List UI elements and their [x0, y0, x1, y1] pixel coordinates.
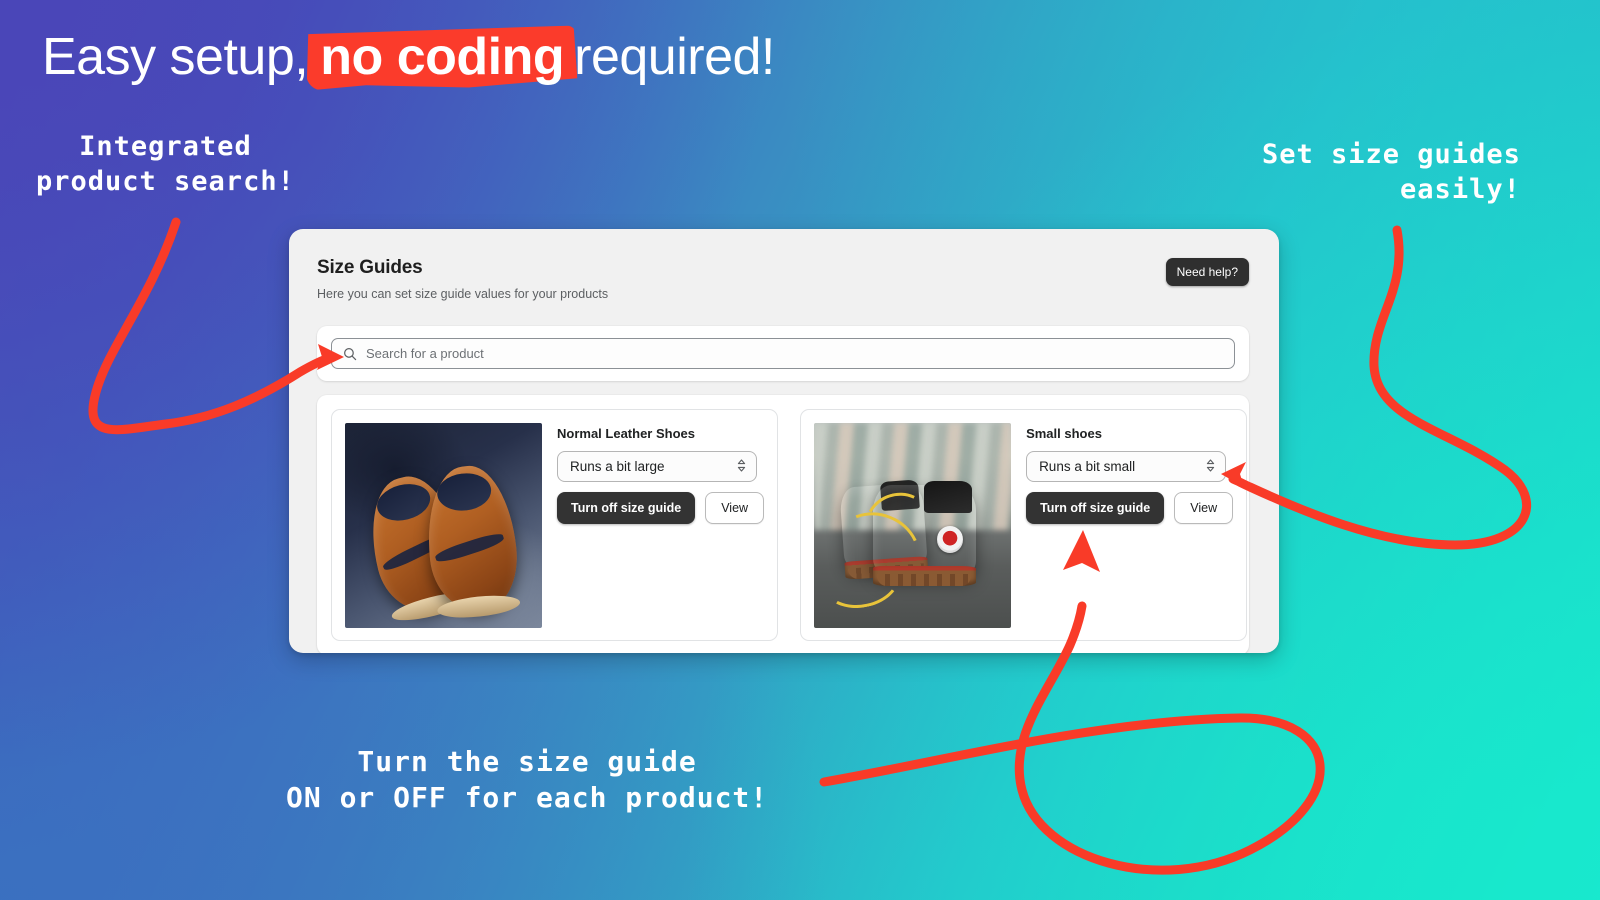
- headline-before: Easy setup,: [42, 28, 309, 86]
- product-card: Normal Leather Shoes Runs a bit large Tu…: [331, 409, 779, 641]
- product-info: Normal Leather Shoes Runs a bit large Tu…: [557, 423, 765, 627]
- fit-select[interactable]: Runs a bit large: [557, 451, 757, 482]
- search-box[interactable]: [331, 338, 1235, 369]
- headline-highlight: no coding: [308, 24, 574, 90]
- annotation-bottom: Turn the size guide ON or OFF for each p…: [286, 745, 769, 814]
- chevron-updown-icon: [736, 458, 747, 476]
- turn-off-size-guide-button[interactable]: Turn off size guide: [557, 492, 696, 524]
- annotation-left: Integrated product search!: [36, 131, 295, 197]
- product-card: Small shoes Runs a bit small Turn off si…: [800, 409, 1248, 641]
- product-name: Normal Leather Shoes: [557, 426, 695, 441]
- search-icon: [343, 347, 357, 361]
- view-button[interactable]: View: [1174, 492, 1234, 524]
- size-guides-app-window: Size Guides Here you can set size guide …: [289, 229, 1279, 653]
- search-input[interactable]: [366, 346, 1223, 361]
- headline-after: required!: [574, 28, 775, 86]
- fit-select-value: Runs a bit large: [570, 459, 665, 474]
- product-name: Small shoes: [1026, 426, 1102, 441]
- product-info: Small shoes Runs a bit small Turn off si…: [1026, 423, 1234, 627]
- annotation-right: Set size guides easily!: [1262, 139, 1521, 205]
- app-header: Size Guides Here you can set size guide …: [289, 229, 1279, 301]
- product-image: [345, 423, 542, 628]
- need-help-button[interactable]: Need help?: [1165, 258, 1249, 286]
- product-grid: Normal Leather Shoes Runs a bit large Tu…: [317, 395, 1249, 653]
- product-image: [814, 423, 1012, 628]
- product-actions: Turn off size guide View: [1026, 492, 1234, 524]
- search-panel: [317, 326, 1249, 381]
- page-headline: Easy setup, no coding required!: [42, 24, 775, 90]
- view-button[interactable]: View: [705, 492, 765, 524]
- product-actions: Turn off size guide View: [557, 492, 765, 524]
- page-title: Size Guides: [317, 257, 423, 278]
- chevron-updown-icon: [1205, 458, 1216, 476]
- page-subtitle: Here you can set size guide values for y…: [317, 287, 609, 301]
- fit-select-value: Runs a bit small: [1039, 459, 1136, 474]
- fit-select[interactable]: Runs a bit small: [1026, 451, 1227, 482]
- turn-off-size-guide-button[interactable]: Turn off size guide: [1026, 492, 1165, 524]
